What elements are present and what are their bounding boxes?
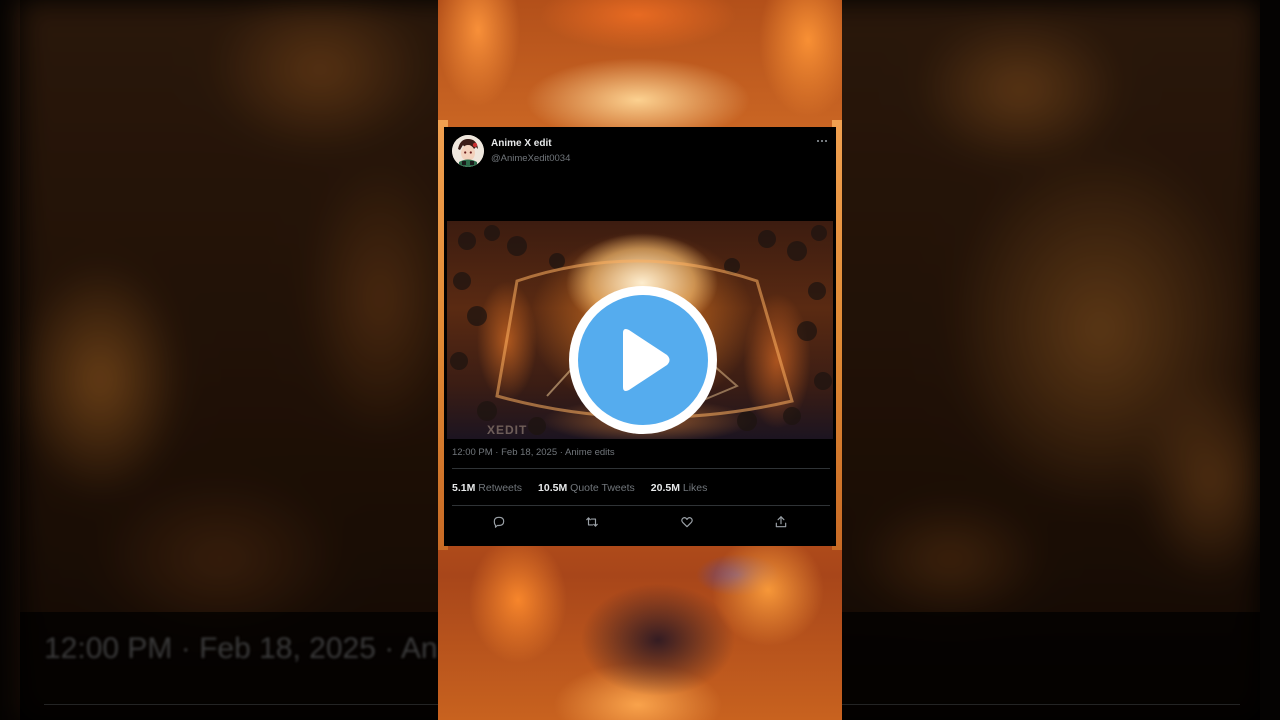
- tweet-actions: [452, 513, 830, 531]
- more-dot: [816, 139, 820, 143]
- quote-tweets-stat[interactable]: 10.5M Quote Tweets: [538, 482, 635, 494]
- quote-tweets-count: 10.5M: [538, 482, 568, 494]
- play-button[interactable]: [569, 286, 717, 434]
- retweets-stat[interactable]: 5.1M Retweets: [452, 482, 522, 494]
- likes-label: Likes: [682, 482, 708, 494]
- reply-icon[interactable]: [490, 513, 508, 531]
- retweet-glyph: [586, 517, 598, 527]
- timestamp-separator: ·: [557, 447, 566, 458]
- quote-tweets-label: Quote Tweets: [570, 482, 635, 494]
- timestamp-date[interactable]: Feb 18, 2025: [501, 447, 557, 458]
- timestamp-time[interactable]: 12:00 PM: [452, 447, 493, 458]
- like-icon[interactable]: [678, 513, 696, 531]
- likes-stat[interactable]: 20.5M Likes: [651, 482, 708, 494]
- reply-glyph: [493, 516, 505, 528]
- more-options-icon[interactable]: [814, 133, 830, 149]
- timestamp-separator: ·: [492, 447, 502, 458]
- stats-bottom-divider: [452, 505, 830, 506]
- backdrop-echo-text: 12:00 PM · Feb 18, 2025 · An: [44, 632, 438, 665]
- engagement-stats: 5.1M Retweets 10.5M Quote Tweets 20.5M L…: [452, 482, 707, 494]
- backdrop-right-edge: [1260, 0, 1280, 720]
- timestamp-source[interactable]: Anime edits: [565, 447, 615, 458]
- share-glyph: [775, 516, 787, 528]
- tweet-card: Anime X edit @AnimeXedit0034 XEDIT 12:00…: [444, 127, 836, 546]
- tweet-timestamp: 12:00 PM · Feb 18, 2025 · Anime edits: [452, 447, 615, 458]
- anime-character-avatar-icon[interactable]: [452, 135, 484, 167]
- video-frame: 12:00 PM · Feb 18, 2025 · An Anime X edi…: [0, 0, 1280, 720]
- video-thumbnail[interactable]: XEDIT: [447, 221, 833, 439]
- user-handle[interactable]: @AnimeXedit0034: [491, 153, 570, 164]
- share-icon[interactable]: [772, 513, 790, 531]
- retweets-label: Retweets: [478, 482, 523, 494]
- play-button-inner: [578, 295, 708, 425]
- more-dot: [824, 139, 828, 143]
- backdrop-left-edge: [0, 0, 20, 720]
- retweet-icon[interactable]: [583, 513, 601, 531]
- video-watermark: XEDIT: [487, 423, 528, 437]
- like-glyph: [681, 517, 693, 528]
- more-dot: [820, 139, 824, 143]
- retweets-count: 5.1M: [452, 482, 476, 494]
- stats-top-divider: [452, 468, 830, 469]
- likes-count: 20.5M: [650, 482, 680, 494]
- avatar-artwork: [452, 135, 484, 167]
- play-icon: [623, 329, 670, 391]
- display-name[interactable]: Anime X edit: [491, 138, 552, 149]
